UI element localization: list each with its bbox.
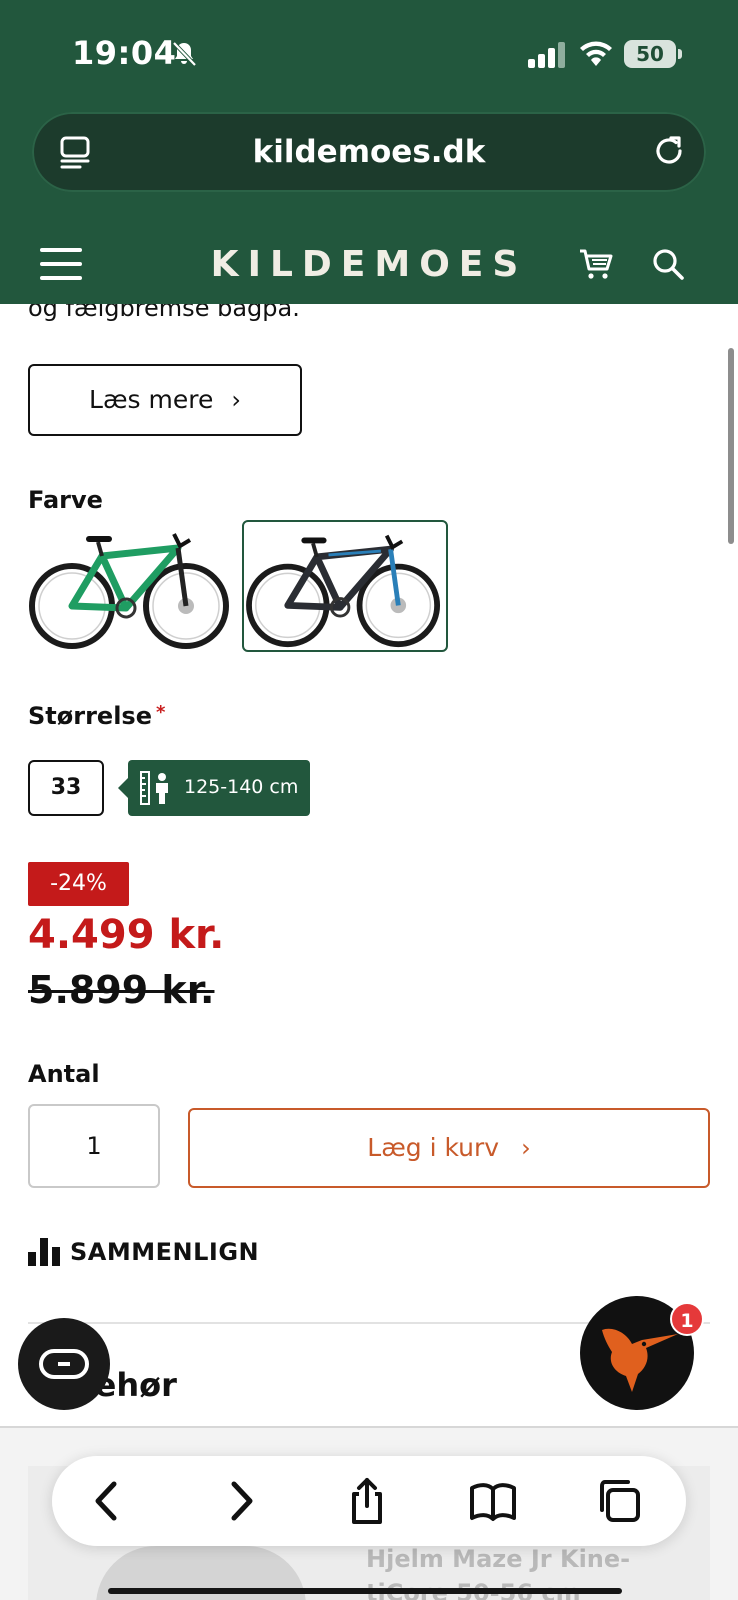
color-swatch-blue-selected[interactable] xyxy=(242,520,448,652)
back-icon[interactable] xyxy=(84,1476,134,1526)
bicycle-blue-image xyxy=(246,534,441,648)
chevron-right-icon: › xyxy=(231,386,241,414)
size-label-text: Størrelse xyxy=(28,702,152,730)
reload-icon[interactable] xyxy=(650,132,688,170)
quantity-input[interactable]: 1 xyxy=(28,1104,160,1188)
hummingbird-icon xyxy=(602,1328,678,1392)
add-to-cart-button[interactable]: Læg i kurv › xyxy=(188,1108,710,1188)
site-logo[interactable]: KILDEMOES xyxy=(0,244,738,285)
size-option-button[interactable]: 33 xyxy=(28,760,104,816)
color-label: Farve xyxy=(28,486,103,514)
chevron-right-icon: › xyxy=(521,1134,531,1162)
compare-bars-icon xyxy=(28,1238,60,1266)
share-icon[interactable] xyxy=(342,1476,392,1526)
size-label: Størrelse * xyxy=(28,702,165,730)
discount-badge: -24% xyxy=(28,862,129,906)
silent-bell-icon xyxy=(172,41,197,67)
notification-badge: 1 xyxy=(670,1302,704,1336)
browser-toolbar xyxy=(52,1456,686,1546)
scrollbar[interactable] xyxy=(728,348,734,544)
compare-label: SAMMENLIGN xyxy=(70,1238,260,1266)
home-indicator xyxy=(108,1588,622,1594)
height-ruler-icon xyxy=(140,771,168,805)
cart-icon[interactable] xyxy=(578,246,614,282)
status-time: 19:04 xyxy=(72,34,177,72)
site-nav: KILDEMOES xyxy=(0,228,738,298)
forward-icon[interactable] xyxy=(214,1476,264,1526)
original-price: 5.899 kr. xyxy=(28,968,215,1012)
cell-signal-icon xyxy=(528,42,565,68)
quantity-label: Antal xyxy=(28,1060,100,1088)
tabs-icon[interactable] xyxy=(594,1476,644,1526)
read-more-button[interactable]: Læs mere › xyxy=(28,364,302,436)
url-text[interactable]: kildemoes.dk xyxy=(32,134,706,170)
status-bar: 19:04 50 xyxy=(0,0,738,100)
bookmarks-icon[interactable] xyxy=(468,1476,518,1526)
sale-price: 4.499 kr. xyxy=(28,912,225,958)
wifi-icon xyxy=(580,41,612,66)
required-mark: * xyxy=(155,702,166,723)
read-more-label: Læs mere xyxy=(89,385,214,414)
address-bar[interactable]: kildemoes.dk xyxy=(32,112,706,192)
height-range-text: 125-140 cm xyxy=(184,776,299,798)
battery-indicator: 50 xyxy=(624,40,682,68)
bicycle-green-image xyxy=(29,533,229,649)
chat-widget-button[interactable] xyxy=(18,1318,110,1410)
chat-link-icon xyxy=(39,1349,89,1379)
site-header: 19:04 50 kildemoes.dk KILDEMOES xyxy=(0,0,738,304)
color-swatch-green[interactable] xyxy=(28,520,234,652)
size-height-tooltip: 125-140 cm xyxy=(118,760,310,816)
search-icon[interactable] xyxy=(650,246,686,282)
add-to-cart-label: Læg i kurv xyxy=(367,1133,500,1162)
